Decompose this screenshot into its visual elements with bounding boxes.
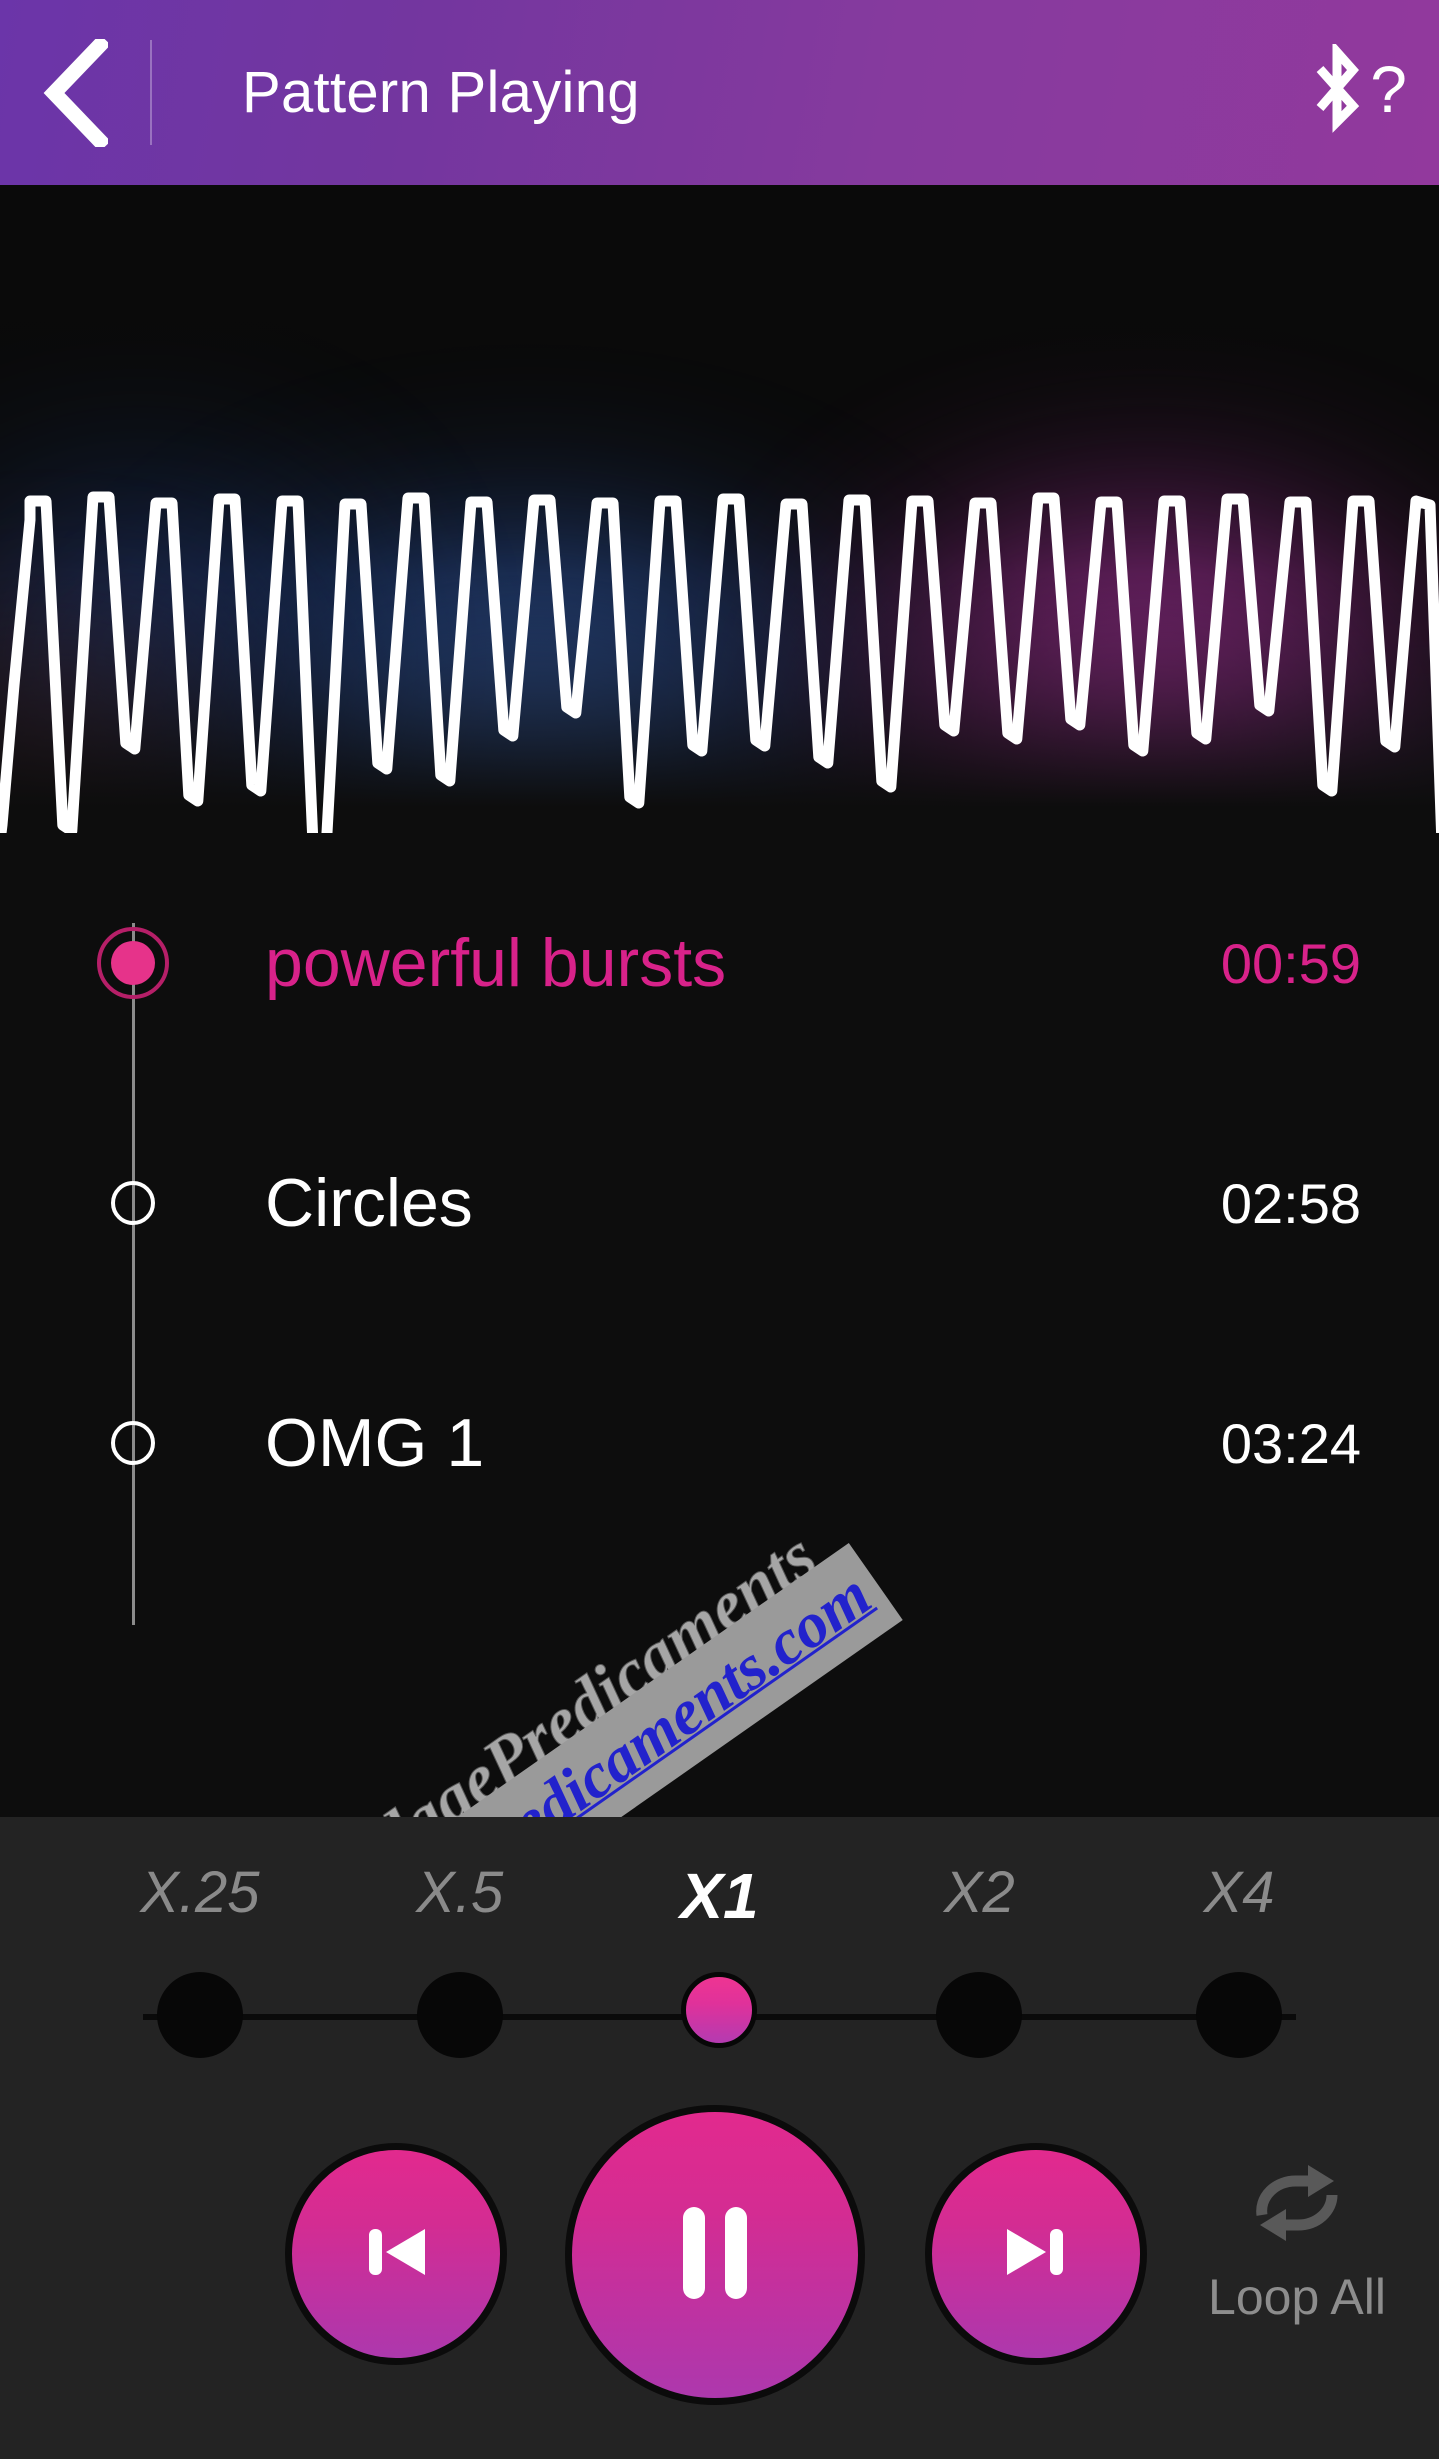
speed-slider-knob <box>681 1972 757 2048</box>
speed-slider-dots <box>70 1972 1369 2058</box>
skip-next-icon <box>993 2209 1079 2300</box>
play-pause-button[interactable] <box>565 2105 865 2405</box>
page-title: Pattern Playing <box>242 59 640 126</box>
pattern-list: powerful bursts 00:59 Circles 02:58 OMG … <box>0 833 1439 1817</box>
loop-all-button[interactable]: Loop All <box>1192 2159 1402 2326</box>
speed-option-x2[interactable]: X2 <box>849 1859 1109 1933</box>
track-title: Circles <box>265 1164 473 1242</box>
speed-labels: X.25 X.5 X1 X2 X4 <box>70 1859 1369 1933</box>
bullet-outline <box>111 1181 155 1225</box>
loop-all-label: Loop All <box>1208 2268 1386 2326</box>
speed-option-x1[interactable]: X1 <box>590 1859 850 1933</box>
track-title: powerful bursts <box>265 924 726 1002</box>
back-button[interactable] <box>0 0 150 185</box>
bullet-outline <box>111 1421 155 1465</box>
speed-dot-x05[interactable] <box>330 1972 590 2058</box>
bluetooth-status-button[interactable]: ? <box>1308 0 1413 185</box>
speed-dot-x2[interactable] <box>849 1972 1109 2058</box>
pause-icon <box>663 2195 767 2316</box>
track-bullet-active[interactable] <box>87 917 179 1009</box>
waveform-visualizer <box>0 185 1439 833</box>
speed-dot-shape <box>1196 1972 1282 2058</box>
list-item[interactable]: Circles 02:58 <box>0 1153 1439 1253</box>
speed-dot-x4[interactable] <box>1109 1972 1369 2058</box>
track-bullet[interactable] <box>87 1397 179 1489</box>
speed-option-x05[interactable]: X.5 <box>330 1859 590 1933</box>
list-item[interactable]: powerful bursts 00:59 <box>0 913 1439 1013</box>
loop-repeat-icon <box>1238 2159 1356 2256</box>
watermark-url: BondagePredicaments.com <box>236 1543 903 1817</box>
next-button[interactable] <box>925 2143 1147 2365</box>
speed-dot-x1[interactable] <box>590 1972 850 2058</box>
previous-button[interactable] <box>285 2143 507 2365</box>
header-divider <box>150 40 152 145</box>
chevron-left-icon <box>42 39 108 147</box>
speed-dot-x025[interactable] <box>70 1972 330 2058</box>
player-controls-panel: X.25 X.5 X1 X2 X4 <box>0 1817 1439 2459</box>
speed-dot-shape <box>417 1972 503 2058</box>
speed-dot-shape <box>157 1972 243 2058</box>
bluetooth-status-text: ? <box>1370 56 1407 122</box>
list-item[interactable]: OMG 1 03:24 <box>0 1393 1439 1493</box>
bullet-ring <box>97 927 169 999</box>
waveform-path <box>0 185 1439 833</box>
pattern-player-screen: Pattern Playing ? <box>0 0 1439 2459</box>
watermark-copyright: ©BondagePredicaments <box>219 1517 831 1817</box>
track-bullet[interactable] <box>87 1157 179 1249</box>
bullet-dot <box>111 941 155 985</box>
speed-dot-shape <box>936 1972 1022 2058</box>
speed-selector: X.25 X.5 X1 X2 X4 <box>0 1817 1439 2047</box>
transport-controls: Loop All <box>0 2049 1439 2459</box>
track-duration: 00:59 <box>1221 931 1361 996</box>
app-header: Pattern Playing ? <box>0 0 1439 185</box>
bluetooth-icon <box>1308 44 1366 141</box>
track-duration: 03:24 <box>1221 1411 1361 1476</box>
speed-option-x4[interactable]: X4 <box>1109 1859 1369 1933</box>
speed-option-x025[interactable]: X.25 <box>70 1859 330 1933</box>
track-duration: 02:58 <box>1221 1171 1361 1236</box>
timeline-line <box>132 923 135 1625</box>
skip-previous-icon <box>353 2209 439 2300</box>
track-title: OMG 1 <box>265 1404 484 1482</box>
